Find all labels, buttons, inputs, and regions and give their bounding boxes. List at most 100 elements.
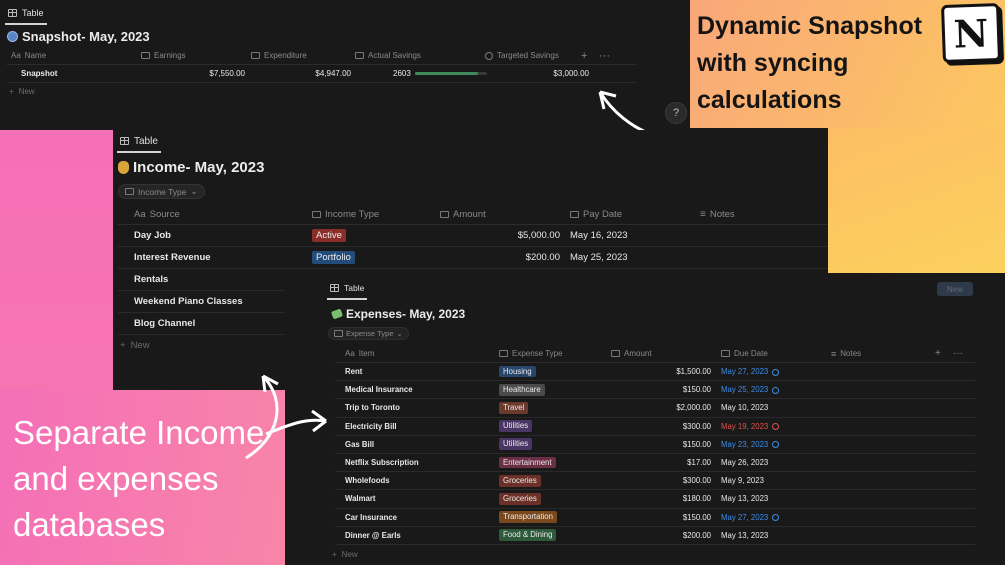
cell-item[interactable]: Medical Insurance (335, 385, 495, 394)
table-row[interactable]: Netflix Subscription Entertainment $17.00 M… (335, 454, 975, 473)
type-pill[interactable]: Utilities (499, 438, 533, 451)
cell-item[interactable]: Car Insurance (335, 513, 495, 522)
table-row[interactable]: Walmart Groceries $180.00 May 13, 2023 (335, 490, 975, 509)
cell-expense-type[interactable]: Travel (495, 402, 607, 414)
type-pill[interactable]: Groceries (499, 474, 541, 487)
cell-amount[interactable]: $2,000.00 (607, 403, 717, 412)
cell-due-date[interactable]: May 13, 2023 (717, 531, 827, 540)
cell-expense-type[interactable]: Transportation (495, 511, 607, 523)
cell-amount[interactable]: $5,000.00 (436, 230, 566, 241)
cell-expense-type[interactable]: Entertainment (495, 456, 607, 469)
cell-item[interactable]: Electricity Bill (335, 422, 495, 431)
type-pill[interactable]: Groceries (499, 493, 541, 505)
cell-amount[interactable]: $200.00 (607, 531, 717, 540)
table-row[interactable]: Rent Housing $1,500.00 May 27, 2023 (335, 363, 975, 382)
cell-item[interactable]: Wholefoods (335, 476, 495, 485)
col-due-date[interactable]: Due Date (717, 349, 827, 358)
cell-source[interactable]: Rentals (118, 274, 308, 285)
cell-amount[interactable]: $1,500.00 (607, 367, 717, 376)
col-earnings[interactable]: Earnings (137, 51, 247, 60)
add-property-button[interactable]: + (581, 50, 599, 62)
cell-name[interactable]: Snapshot (7, 69, 137, 78)
cell-amount[interactable]: $200.00 (436, 252, 566, 263)
col-notes[interactable]: ≡ Notes (696, 209, 816, 220)
cell-due-date[interactable]: May 27, 2023 (717, 367, 827, 376)
cell-due-date[interactable]: May 10, 2023 (717, 403, 827, 412)
col-pay-date[interactable]: Pay Date (566, 209, 696, 220)
col-amount[interactable]: Amount (607, 349, 717, 358)
cell-expense-type[interactable]: Groceries (495, 474, 607, 487)
cell-expense-type[interactable]: Groceries (495, 493, 607, 505)
type-pill[interactable]: Housing (499, 365, 536, 378)
cell-expense-type[interactable]: Utilities (495, 438, 607, 451)
new-button[interactable]: New (937, 282, 974, 296)
cell-actual[interactable]: 2603 (357, 69, 487, 78)
income-type-filter[interactable]: Income Type ⌄ (118, 184, 205, 199)
cell-due-date[interactable]: May 23, 2023 (717, 440, 827, 449)
expenses-tab-table[interactable]: Table (327, 278, 368, 300)
col-targeted[interactable]: Targeted Savings (481, 51, 581, 60)
col-notes[interactable]: ≡ Notes (827, 349, 935, 359)
cell-due-date[interactable]: May 19, 2023 (717, 422, 827, 431)
type-pill[interactable]: Entertainment (499, 456, 556, 469)
cell-source[interactable]: Day Job (118, 230, 308, 241)
cell-expense-type[interactable]: Food & Dining (495, 529, 607, 542)
cell-amount[interactable]: $150.00 (607, 440, 717, 449)
type-pill[interactable]: Travel (499, 402, 529, 414)
cell-income-type[interactable]: Active (308, 228, 436, 243)
col-source[interactable]: Aa Source (118, 209, 308, 220)
cell-source[interactable]: Blog Channel (118, 318, 308, 329)
cell-item[interactable]: Netflix Subscription (335, 458, 495, 467)
table-row[interactable]: Dinner @ Earls Food & Dining $200.00 May 13… (335, 527, 975, 545)
table-row[interactable]: Car Insurance Transportation $150.00 May 27… (335, 509, 975, 527)
cell-pay-date[interactable]: May 16, 2023 (566, 230, 696, 241)
cell-expense-type[interactable]: Utilities (495, 420, 607, 433)
income-tab-table[interactable]: Table (117, 131, 161, 153)
cell-due-date[interactable]: May 13, 2023 (717, 494, 827, 503)
table-row[interactable]: Wholefoods Groceries $300.00 May 9, 2023 (335, 472, 975, 491)
cell-due-date[interactable]: May 25, 2023 (717, 385, 827, 394)
cell-due-date[interactable]: May 26, 2023 (717, 458, 827, 467)
new-row-button[interactable]: + New (120, 340, 150, 351)
cell-earnings[interactable]: $7,550.00 (137, 69, 251, 78)
cell-source[interactable]: Weekend Piano Classes (118, 296, 308, 307)
cell-item[interactable]: Trip to Toronto (335, 403, 495, 412)
more-options-button[interactable]: ··· (599, 50, 617, 62)
new-row-button[interactable]: + New (332, 550, 358, 559)
col-amount[interactable]: Amount (436, 209, 566, 220)
cell-income-type[interactable]: Portfolio (308, 250, 436, 265)
cell-source[interactable]: Interest Revenue (118, 252, 308, 263)
expense-type-filter[interactable]: Expense Type ⌄ (328, 327, 409, 340)
cell-amount[interactable]: $150.00 (607, 385, 717, 394)
type-pill[interactable]: Food & Dining (499, 529, 557, 542)
cell-item[interactable]: Dinner @ Earls (335, 531, 495, 540)
cell-amount[interactable]: $300.00 (607, 476, 717, 485)
add-property-button[interactable]: + (935, 348, 953, 359)
cell-item[interactable]: Rent (335, 367, 495, 376)
more-options-button[interactable]: ··· (953, 348, 971, 359)
cell-amount[interactable]: $180.00 (607, 494, 717, 503)
cell-expense-type[interactable]: Healthcare (495, 383, 607, 396)
col-item[interactable]: Aa Item (335, 349, 495, 358)
type-pill[interactable]: Active (312, 228, 346, 243)
cell-amount[interactable]: $150.00 (607, 513, 717, 522)
cell-amount[interactable]: $17.00 (607, 458, 717, 467)
col-expense-type[interactable]: Expense Type (495, 349, 607, 358)
cell-pay-date[interactable]: May 25, 2023 (566, 252, 696, 263)
new-row-button[interactable]: + New (9, 87, 35, 96)
col-actual[interactable]: Actual Savings (351, 51, 481, 60)
cell-due-date[interactable]: May 27, 2023 (717, 513, 827, 522)
table-row[interactable]: Trip to Toronto Travel $2,000.00 May 10, 20… (335, 399, 975, 418)
table-row[interactable]: Electricity Bill Utilities $300.00 May 19, … (335, 418, 975, 436)
table-row[interactable]: Interest Revenue Portfolio $200.00 May 25, … (118, 247, 828, 269)
cell-item[interactable]: Gas Bill (335, 440, 495, 449)
col-expenditure[interactable]: Expenditure (247, 51, 351, 60)
snapshot-tab-table[interactable]: Table (5, 3, 47, 25)
cell-expenditure[interactable]: $4,947.00 (251, 69, 357, 78)
cell-expense-type[interactable]: Housing (495, 365, 607, 378)
cell-amount[interactable]: $300.00 (607, 422, 717, 431)
cell-item[interactable]: Walmart (335, 494, 495, 503)
col-income-type[interactable]: Income Type (308, 209, 436, 220)
cell-due-date[interactable]: May 9, 2023 (717, 476, 827, 485)
table-row[interactable]: Gas Bill Utilities $150.00 May 23, 2023 (335, 436, 975, 454)
